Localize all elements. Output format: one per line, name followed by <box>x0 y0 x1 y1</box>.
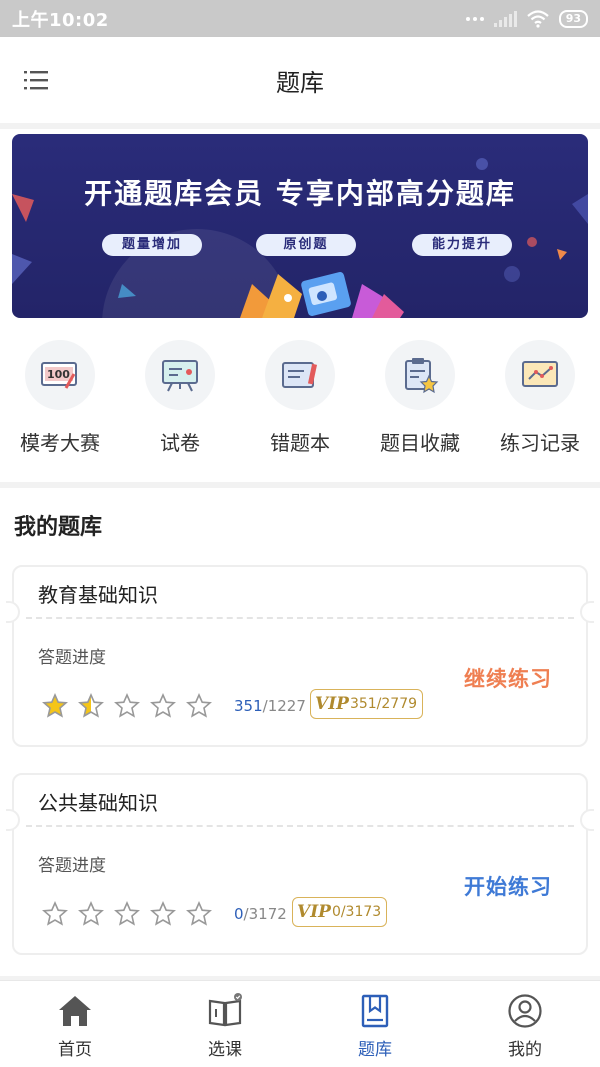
star-icon <box>150 901 176 926</box>
vip-progress-badge: VIP 351/2779 <box>310 689 424 719</box>
card-notch <box>580 809 594 831</box>
promo-banner[interactable]: 开通题库会员 专享内部高分题库 题量增加 原创题 能力提升 <box>12 134 588 318</box>
quick-action-wrong-notebook[interactable]: 错题本 <box>240 340 360 456</box>
status-bar: 上午10:02 93 <box>0 0 600 37</box>
dashed-divider <box>26 825 574 827</box>
progress-count: 0/3172 <box>234 905 287 923</box>
quick-action-label: 模考大赛 <box>20 431 100 455</box>
quick-action-label: 错题本 <box>270 431 330 455</box>
status-indicators: 93 <box>465 9 588 28</box>
more-dots-icon <box>465 16 484 21</box>
star-icon <box>78 693 104 718</box>
quick-action-mock-exam[interactable]: 100 模考大赛 <box>0 340 120 456</box>
progress-done: 351 <box>234 697 263 715</box>
quick-action-label: 练习记录 <box>500 431 580 455</box>
divider <box>0 123 600 129</box>
banner-tag: 能力提升 <box>412 234 512 256</box>
quick-action-favorites[interactable]: 题目收藏 <box>360 340 480 456</box>
star-icon <box>42 901 68 926</box>
progress-label: 答题进度 <box>38 648 106 668</box>
nav-label: 首页 <box>58 1040 92 1060</box>
star-icon <box>150 693 176 718</box>
card-title: 教育基础知识 <box>38 583 158 607</box>
card-title: 公共基础知识 <box>38 791 158 815</box>
star-icon <box>114 693 140 718</box>
score-100-icon: 100 <box>25 340 95 410</box>
vip-progress-badge: VIP 0/3173 <box>292 897 388 927</box>
rating-stars <box>42 901 212 927</box>
quick-action-label: 试卷 <box>160 431 200 455</box>
star-icon <box>186 901 212 926</box>
decor-shapes <box>12 158 588 318</box>
banner-tag: 题量增加 <box>102 234 202 256</box>
bottom-nav: 首页 选课 题库 我的 <box>0 980 600 1067</box>
nav-home[interactable]: 首页 <box>0 981 150 1067</box>
quick-action-papers[interactable]: 试卷 <box>120 340 240 456</box>
nav-me[interactable]: 我的 <box>450 981 600 1067</box>
divider <box>0 482 600 488</box>
open-book-icon <box>208 993 242 1027</box>
quick-action-label: 题目收藏 <box>380 431 460 455</box>
section-title: 我的题库 <box>14 515 103 540</box>
easel-board-icon <box>145 340 215 410</box>
svg-text:100: 100 <box>47 368 70 381</box>
star-icon <box>186 693 212 718</box>
home-icon <box>59 996 91 1026</box>
card-notch <box>6 601 20 623</box>
vip-progress: 0/3173 <box>331 904 382 920</box>
line-chart-icon <box>505 340 575 410</box>
question-bank-card[interactable]: 教育基础知识 答题进度 351/1227 VIP 351/2779 继续练习 <box>6 565 594 747</box>
nav-label: 我的 <box>508 1040 542 1060</box>
nav-courses[interactable]: 选课 <box>150 981 300 1067</box>
star-icon <box>78 901 104 926</box>
bookmark-book-icon <box>361 994 389 1028</box>
progress-label: 答题进度 <box>38 856 106 876</box>
vip-mark: VIP <box>297 902 331 922</box>
user-circle-icon <box>508 994 542 1028</box>
page-title: 题库 <box>276 68 324 97</box>
notebook-pen-icon <box>265 340 335 410</box>
nav-question-bank[interactable]: 题库 <box>300 981 450 1067</box>
vip-mark: VIP <box>315 694 349 714</box>
banner-title: 开通题库会员 专享内部高分题库 <box>84 177 516 210</box>
progress-total: /1227 <box>262 697 306 715</box>
wifi-icon <box>526 9 549 28</box>
signal-icon <box>493 10 517 27</box>
carousel-indicator[interactable] <box>284 294 292 302</box>
question-bank-card[interactable]: 公共基础知识 答题进度 0/3172 VIP 0/3173 开始练习 <box>6 773 594 955</box>
app-header: 题库 <box>0 37 600 123</box>
start-practice-button[interactable]: 开始练习 <box>464 871 552 901</box>
vip-progress: 351/2779 <box>349 696 418 712</box>
status-time: 上午10:02 <box>12 9 109 31</box>
progress-total: /3172 <box>243 905 287 923</box>
progress-done: 0 <box>234 905 244 923</box>
quick-actions: 100 模考大赛 试卷 错题本 题目收藏 练习记录 <box>0 340 600 456</box>
clipboard-star-icon <box>385 340 455 410</box>
progress-count: 351/1227 <box>234 697 306 715</box>
continue-practice-button[interactable]: 继续练习 <box>464 663 552 693</box>
card-notch <box>6 809 20 831</box>
nav-label: 题库 <box>358 1040 392 1060</box>
battery-indicator: 93 <box>558 9 588 28</box>
star-icon <box>42 693 68 718</box>
card-notch <box>580 601 594 623</box>
nav-label: 选课 <box>208 1040 242 1060</box>
banner-tag: 原创题 <box>256 234 356 256</box>
quick-action-records[interactable]: 练习记录 <box>480 340 600 456</box>
star-icon <box>114 901 140 926</box>
dashed-divider <box>26 617 574 619</box>
menu-list-icon[interactable] <box>24 69 48 91</box>
rating-stars <box>42 693 212 719</box>
